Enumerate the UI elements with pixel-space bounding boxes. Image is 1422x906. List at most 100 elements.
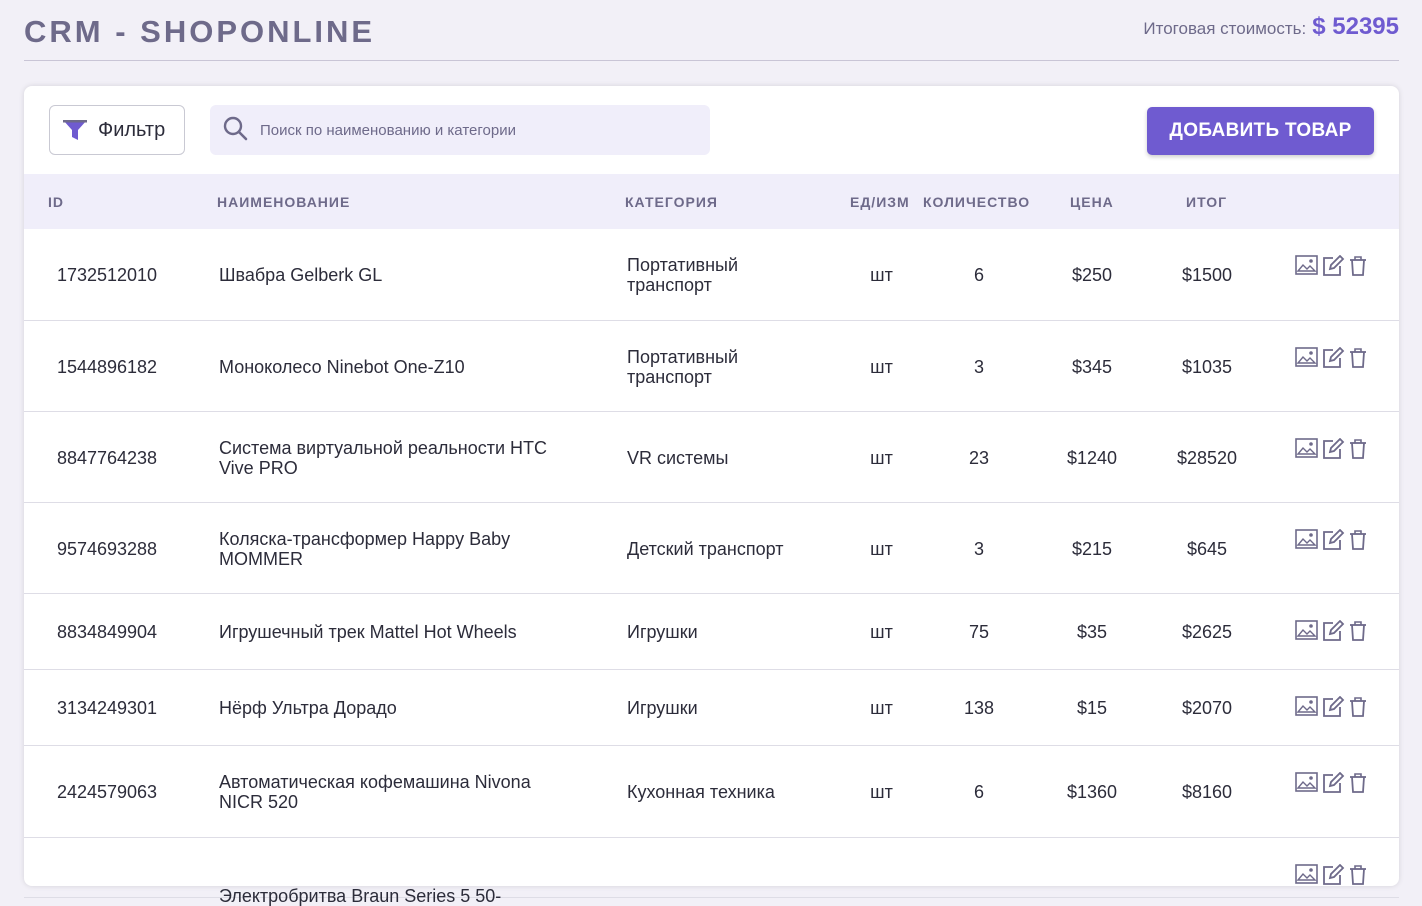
search-icon (222, 115, 248, 146)
table-row: 8834849904 Игрушечный трек Mattel Hot Whe… (24, 594, 1399, 670)
delete-icon[interactable] (1348, 696, 1368, 723)
cell-category: Игрушки (627, 622, 698, 642)
edit-icon[interactable] (1321, 771, 1345, 799)
table-row: Электробритва Braun Series 5 50- (24, 838, 1399, 906)
image-icon[interactable] (1295, 347, 1318, 374)
cell-name: Швабра Gelberk GL (219, 265, 383, 285)
cell-name: Игрушечный трек Mattel Hot Wheels (219, 622, 517, 642)
cell-unit: шт (870, 265, 893, 285)
filter-icon (62, 118, 88, 142)
delete-icon[interactable] (1348, 620, 1368, 647)
search-box (210, 105, 710, 155)
cell-id: 8847764238 (56, 448, 158, 468)
cell-category: Портативный транспорт (627, 347, 739, 387)
cell-total: $645 (1186, 539, 1228, 559)
cell-quantity: 23 (968, 448, 990, 468)
edit-icon[interactable] (1321, 254, 1345, 282)
cell-id: 2424579063 (56, 782, 158, 802)
cell-name: Коляска-трансформер Happy Baby MOMMER (219, 529, 511, 569)
cell-category: Портативный транспорт (627, 255, 739, 295)
cell-unit: шт (870, 357, 893, 377)
cell-quantity: 75 (968, 622, 990, 642)
cell-unit: шт (870, 539, 893, 559)
cell-total: $2070 (1181, 698, 1233, 718)
cell-quantity: 6 (973, 782, 984, 802)
table-row: 9574693288 Коляска-трансформер Happy Baby… (24, 503, 1399, 594)
edit-icon[interactable] (1321, 619, 1345, 647)
delete-icon[interactable] (1348, 529, 1368, 556)
image-icon[interactable] (1295, 255, 1318, 282)
product-table-body: 1732512010 Швабра Gelberk GL Портативный т… (24, 229, 1399, 906)
total-cost-label: Итоговая стоимость: (1143, 19, 1307, 38)
cell-price: $15 (1076, 698, 1108, 718)
cell-id: 1544896182 (56, 357, 158, 377)
row-actions (1295, 771, 1368, 799)
delete-icon[interactable] (1348, 255, 1368, 282)
table-header: ID НАИМЕНОВАНИЕ КАТЕГОРИЯ ЕД/ИЗМ КОЛИЧЕС… (24, 174, 1399, 229)
cell-total: $28520 (1176, 448, 1238, 468)
cell-category: Кухонная техника (627, 782, 775, 802)
search-input[interactable] (260, 121, 680, 139)
column-header-name: НАИМЕНОВАНИЕ (217, 194, 351, 210)
image-icon[interactable] (1295, 529, 1318, 556)
cell-price: $215 (1071, 539, 1113, 559)
column-header-unit: ЕД/ИЗМ (850, 194, 910, 210)
column-header-total: ИТОГ (1186, 194, 1228, 210)
image-icon[interactable] (1295, 438, 1318, 465)
image-icon[interactable] (1295, 772, 1318, 799)
add-product-button[interactable]: ДОБАВИТЬ ТОВАР (1147, 107, 1374, 155)
app-title: CRM - SHOPONLINE (24, 14, 376, 49)
row-actions (1295, 695, 1368, 723)
table-row: 1732512010 Швабра Gelberk GL Портативный т… (24, 229, 1399, 321)
cell-quantity: 138 (963, 698, 995, 718)
row-actions (1295, 437, 1368, 465)
cell-unit: шт (870, 698, 893, 718)
column-header-category: КАТЕГОРИЯ (625, 194, 718, 210)
table-row: 2424579063 Автоматическая кофемашина Nivo… (24, 746, 1399, 838)
edit-icon[interactable] (1321, 528, 1345, 556)
cell-total: $1500 (1181, 265, 1233, 285)
cell-quantity: 3 (973, 539, 984, 559)
total-cost: Итоговая стоимость: $ 52395 (1143, 13, 1399, 41)
filter-label: Фильтр (98, 118, 166, 141)
cell-category: VR системы (627, 448, 729, 468)
delete-icon[interactable] (1348, 347, 1368, 374)
edit-icon[interactable] (1321, 437, 1345, 465)
header: CRM - SHOPONLINE Итоговая стоимость: $ 5… (24, 0, 1399, 61)
image-icon[interactable] (1295, 620, 1318, 647)
cell-price: $35 (1076, 622, 1108, 642)
cell-category: Детский транспорт (627, 539, 784, 559)
delete-icon[interactable] (1348, 772, 1368, 799)
cell-unit: шт (870, 622, 893, 642)
cell-category: Игрушки (627, 698, 698, 718)
cell-price: $1360 (1066, 782, 1118, 802)
cell-name: Система виртуальной реальности HTC Vive … (219, 438, 548, 478)
cell-quantity: 3 (973, 357, 984, 377)
cell-total: $8160 (1181, 782, 1233, 802)
filter-button[interactable]: Фильтр (49, 105, 185, 155)
cell-name: Моноколесо Ninebot One-Z10 (219, 357, 465, 377)
cell-unit: шт (870, 448, 893, 468)
row-actions (1295, 619, 1368, 647)
edit-icon[interactable] (1321, 695, 1345, 723)
cell-total: $1035 (1181, 357, 1233, 377)
cell-id: 8834849904 (56, 622, 158, 642)
cell-price: $345 (1071, 357, 1113, 377)
image-icon[interactable] (1295, 696, 1318, 723)
cell-price: $1240 (1066, 448, 1118, 468)
row-actions (1295, 346, 1368, 374)
cell-total: $2625 (1181, 622, 1233, 642)
row-actions (1295, 528, 1368, 556)
column-header-quantity: КОЛИЧЕСТВО (923, 194, 1031, 210)
cell-id: 1732512010 (56, 265, 158, 285)
table-row: 1544896182 Моноколесо Ninebot One-Z10 Порт… (24, 321, 1399, 412)
table-row: 3134249301 Нёрф Ультра Дорадо Игрушки шт 138… (24, 670, 1399, 746)
edit-icon[interactable] (1321, 346, 1345, 374)
cell-name: Автоматическая кофемашина Nivona NICR 52… (219, 772, 531, 812)
cell-id: 9574693288 (56, 539, 158, 559)
cell-name: Электробритва Braun Series 5 50- (219, 886, 502, 906)
cell-price: $250 (1071, 265, 1113, 285)
products-panel: Фильтр ДОБАВИТЬ ТОВАР ID НАИМЕНОВАНИЕ КА… (24, 86, 1399, 906)
row-actions (1295, 254, 1368, 282)
delete-icon[interactable] (1348, 438, 1368, 465)
